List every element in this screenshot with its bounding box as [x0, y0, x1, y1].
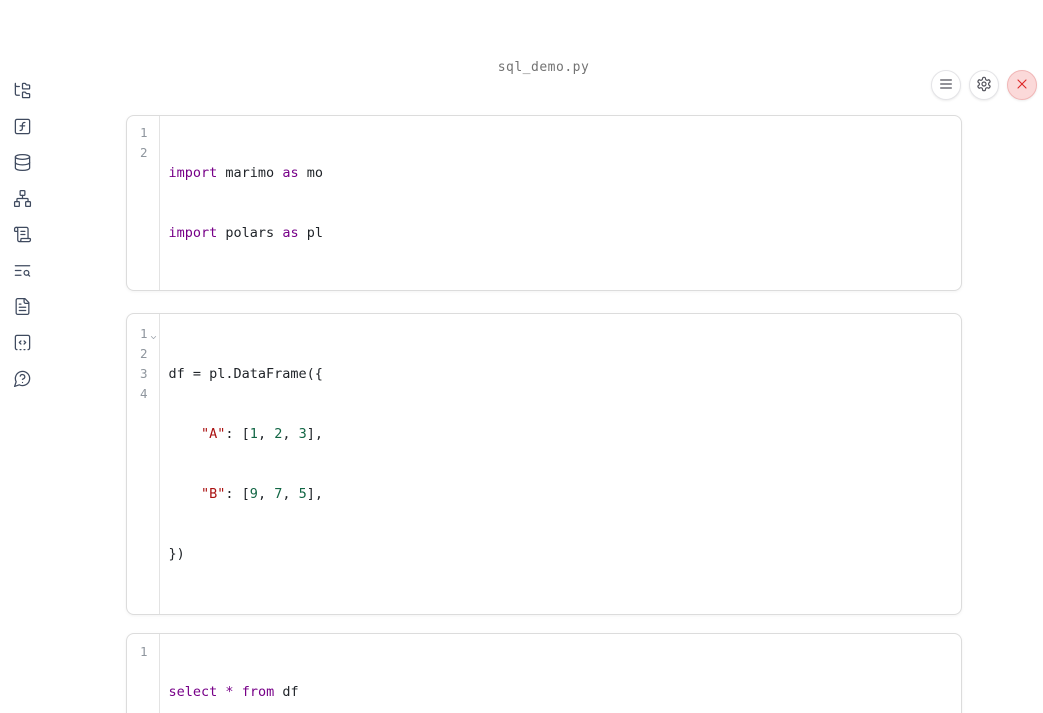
file-tree-icon [13, 81, 32, 103]
database-icon [13, 153, 32, 175]
code-square-icon [13, 333, 32, 355]
function-square-icon [13, 117, 32, 139]
line-number-gutter: 1 2 3 4 [127, 314, 160, 614]
line-number-gutter: 1 2 [127, 116, 160, 290]
line-number: 3 [139, 366, 148, 381]
code-content: import marimo as mo import polars as pl [160, 116, 323, 290]
line-number: 1 [127, 324, 159, 344]
sql-editor[interactable]: 1 select * from df [127, 634, 961, 713]
line-number: 1 [139, 644, 148, 659]
sql-cell: 1 select * from df Output variable: sql … [125, 633, 962, 713]
code-line: "B": [9, 7, 5], [201, 486, 324, 502]
code-line: import polars as pl [168, 225, 323, 241]
line-number: 2 [139, 346, 148, 361]
line-number: 4 [139, 386, 148, 401]
scroll-text-icon [13, 225, 32, 247]
fold-chevron-icon[interactable] [149, 328, 158, 339]
shutdown-button[interactable] [1007, 70, 1037, 100]
code-line: import marimo as mo [168, 165, 323, 181]
sidebar-item-logs[interactable] [4, 254, 40, 290]
notebook-filename[interactable]: sql_demo.py [126, 60, 962, 75]
code-line: df = pl.DataFrame({ [168, 366, 323, 382]
gear-icon [976, 76, 992, 95]
file-text-icon [13, 297, 32, 319]
code-line: }) [168, 546, 185, 562]
notebook-main: sql_demo.py 1 2 import marimo as mo impo… [44, 60, 1043, 713]
settings-button[interactable] [969, 70, 999, 100]
sidebar-item-dependency-graph[interactable] [4, 182, 40, 218]
code-line: select * from df [168, 684, 299, 700]
sidebar-item-file-explorer[interactable] [4, 74, 40, 110]
sidebar-item-outline[interactable] [4, 218, 40, 254]
left-sidebar [0, 60, 44, 713]
notebook-menu-button[interactable] [931, 70, 961, 100]
code-cell-dataframe: 1 2 3 4 df = pl.DataFrame({ "A": [1, 2, … [125, 313, 962, 615]
line-number: 1 [139, 125, 148, 140]
code-line: "A": [1, 2, 3], [201, 426, 324, 442]
sidebar-item-data-sources[interactable] [4, 146, 40, 182]
code-content: df = pl.DataFrame({ "A": [1, 2, 3], "B":… [160, 314, 324, 614]
text-search-icon [13, 261, 32, 283]
code-content: select * from df [160, 634, 299, 713]
close-x-icon [1014, 76, 1030, 95]
line-number-gutter: 1 [127, 634, 160, 713]
sidebar-item-snippets[interactable] [4, 326, 40, 362]
sidebar-item-help[interactable] [4, 362, 40, 398]
network-icon [13, 189, 32, 211]
sidebar-item-variables[interactable] [4, 110, 40, 146]
code-editor[interactable]: 1 2 import marimo as mo import polars as… [127, 116, 961, 290]
code-editor[interactable]: 1 2 3 4 df = pl.DataFrame({ "A": [1, 2, … [127, 314, 961, 614]
line-number: 2 [139, 145, 148, 160]
code-cell-imports: 1 2 import marimo as mo import polars as… [125, 115, 962, 291]
sidebar-item-documentation[interactable] [4, 290, 40, 326]
window-controls [931, 70, 1037, 100]
hamburger-menu-icon [938, 76, 954, 95]
help-bubble-icon [13, 369, 32, 391]
